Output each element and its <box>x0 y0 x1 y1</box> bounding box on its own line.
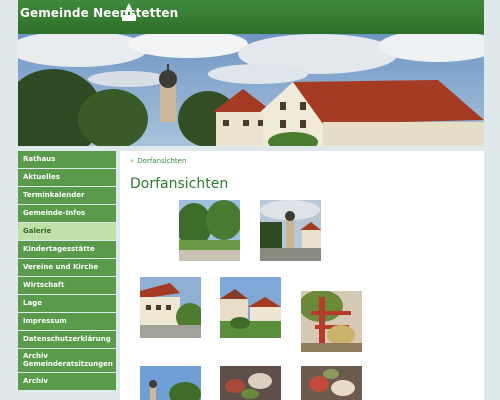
gallery-thumbnail-5[interactable] <box>301 291 362 352</box>
nav-item-galerie[interactable]: Galerie <box>18 223 116 240</box>
nav-item-rathaus[interactable]: Rathaus <box>18 151 116 168</box>
nav-item-wirtschaft[interactable]: Wirtschaft <box>18 277 116 294</box>
main-content: » Dorfansichten Dorfansichten <box>120 151 484 400</box>
breadcrumb-link[interactable]: Dorfansichten <box>137 157 186 165</box>
sidebar-nav: Rathaus Aktuelles Terminkalender Gemeind… <box>18 151 116 391</box>
nav-item-impressum[interactable]: Impressum <box>18 313 116 330</box>
nav-item-aktuelles[interactable]: Aktuelles <box>18 169 116 186</box>
site-header: Gemeinde Neenstetten <box>18 0 484 34</box>
gallery-thumbnail-7[interactable] <box>220 366 281 400</box>
gallery-thumbnail-6[interactable] <box>140 366 201 400</box>
gallery-thumbnail-4[interactable] <box>220 277 281 338</box>
site-logo-text[interactable]: Gemeinde Neenstetten <box>20 6 178 20</box>
church-crest-icon <box>122 3 136 21</box>
nav-item-datenschutzerklaerung[interactable]: Datenschutzerklärung <box>18 331 116 348</box>
nav-item-gemeinde-infos[interactable]: Gemeinde-Infos <box>18 205 116 222</box>
nav-item-terminkalender[interactable]: Terminkalender <box>18 187 116 204</box>
nav-item-archiv-gemeinderatsitzungen[interactable]: Archiv Gemeinderatsitzungen <box>18 349 116 372</box>
header-banner-image <box>18 34 484 146</box>
nav-item-kindertagesstaette[interactable]: Kindertagesstätte <box>18 241 116 258</box>
gallery-thumbnail-3[interactable] <box>140 277 201 338</box>
breadcrumb: » Dorfansichten <box>130 157 186 165</box>
nav-item-vereine-und-kirche[interactable]: Vereine und Kirche <box>18 259 116 276</box>
page-title: Dorfansichten <box>130 176 229 192</box>
gallery-thumbnail-1[interactable] <box>179 200 240 261</box>
nav-item-archiv[interactable]: Archiv <box>18 373 116 390</box>
nav-item-lage[interactable]: Lage <box>18 295 116 312</box>
page: Gemeinde Neenstetten Rathaus Aktuelles T… <box>18 0 484 400</box>
gallery-thumbnail-8[interactable] <box>301 366 362 400</box>
gallery-thumbnail-2[interactable] <box>260 200 321 261</box>
breadcrumb-separator: » <box>130 157 135 165</box>
